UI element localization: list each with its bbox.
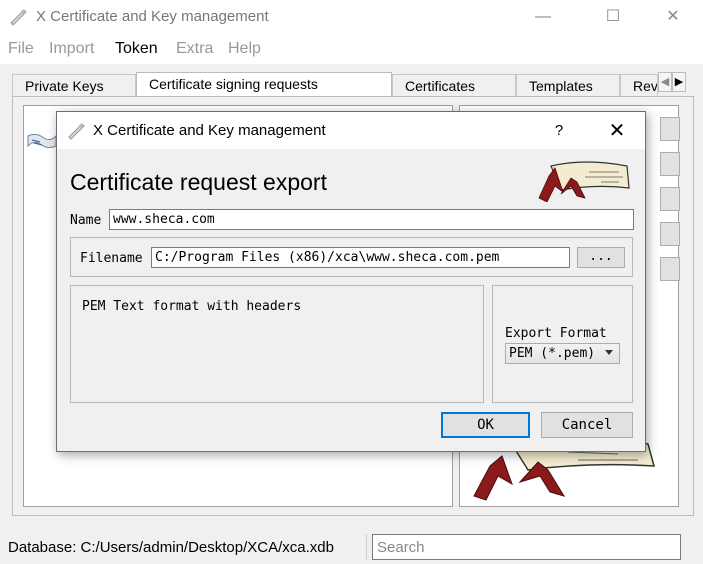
- window-title: X Certificate and Key management: [36, 8, 269, 25]
- dialog-close-button[interactable]: ✕: [597, 118, 637, 144]
- certificate-request-icon: [27, 133, 57, 149]
- menu-file[interactable]: File: [8, 40, 34, 58]
- search-input[interactable]: [372, 534, 681, 560]
- menu-import[interactable]: Import: [49, 40, 94, 58]
- side-button-2[interactable]: [660, 152, 680, 176]
- xca-app-icon: [68, 123, 85, 140]
- tab-revocation-lists[interactable]: Revocation lists: [620, 74, 658, 96]
- export-format-group: Export Format PEM (*.pem): [492, 285, 633, 403]
- menu-extra[interactable]: Extra: [176, 40, 213, 58]
- side-button-4[interactable]: [660, 222, 680, 246]
- dialog-titlebar: X Certificate and Key management ? ✕: [57, 112, 645, 149]
- minimize-button[interactable]: —: [520, 4, 566, 30]
- dialog-title: X Certificate and Key management: [93, 122, 326, 139]
- menu-token[interactable]: Token: [115, 40, 158, 58]
- name-field[interactable]: www.sheca.com: [109, 209, 634, 230]
- xca-app-icon: [10, 9, 27, 26]
- side-button-1[interactable]: [660, 117, 680, 141]
- export-format-value: PEM (*.pem): [509, 346, 596, 361]
- filename-group: Filename C:/Program Files (x86)/xca\www.…: [70, 237, 633, 277]
- name-label: Name: [70, 213, 102, 228]
- export-format-label: Export Format: [505, 326, 607, 341]
- format-description-box: PEM Text format with headers: [70, 285, 484, 403]
- tab-certificates[interactable]: Certificates: [392, 74, 516, 96]
- database-path: Database: C:/Users/admin/Desktop/XCA/xca…: [8, 539, 334, 556]
- tab-private-keys[interactable]: Private Keys: [12, 74, 136, 96]
- statusbar: Database: C:/Users/admin/Desktop/XCA/xca…: [0, 530, 703, 564]
- tab-bar: Private Keys Certificate signing request…: [12, 72, 686, 97]
- menu-help[interactable]: Help: [228, 40, 261, 58]
- cancel-button[interactable]: Cancel: [541, 412, 633, 438]
- dialog-help-button[interactable]: ?: [541, 118, 577, 144]
- format-description: PEM Text format with headers: [82, 299, 302, 314]
- main-titlebar: X Certificate and Key management — ☐ ✕: [0, 0, 703, 34]
- close-button[interactable]: ✕: [650, 4, 696, 30]
- export-format-select[interactable]: PEM (*.pem): [505, 343, 620, 364]
- tab-certificate-signing-requests[interactable]: Certificate signing requests: [136, 72, 392, 97]
- filename-label: Filename: [80, 251, 143, 266]
- chevron-right-icon: ▶: [674, 76, 684, 88]
- xca-logo: [538, 161, 630, 202]
- status-separator: [366, 534, 367, 560]
- filename-field[interactable]: C:/Program Files (x86)/xca\www.sheca.com…: [151, 247, 570, 268]
- chevron-left-icon: ◀: [660, 76, 670, 88]
- tab-scroll-right-button[interactable]: ▶: [672, 72, 686, 92]
- tab-scroll-left-button[interactable]: ◀: [658, 72, 672, 92]
- side-button-5[interactable]: [660, 257, 680, 281]
- chevron-down-icon: [605, 350, 613, 355]
- maximize-button[interactable]: ☐: [590, 4, 636, 30]
- tab-templates[interactable]: Templates: [516, 74, 620, 96]
- menubar: File Import Token Extra Help: [0, 34, 703, 64]
- browse-button[interactable]: ...: [577, 247, 625, 268]
- ok-button[interactable]: OK: [441, 412, 530, 438]
- side-button-3[interactable]: [660, 187, 680, 211]
- dialog-heading: Certificate request export: [70, 169, 327, 195]
- export-dialog: X Certificate and Key management ? ✕ Cer…: [56, 111, 646, 452]
